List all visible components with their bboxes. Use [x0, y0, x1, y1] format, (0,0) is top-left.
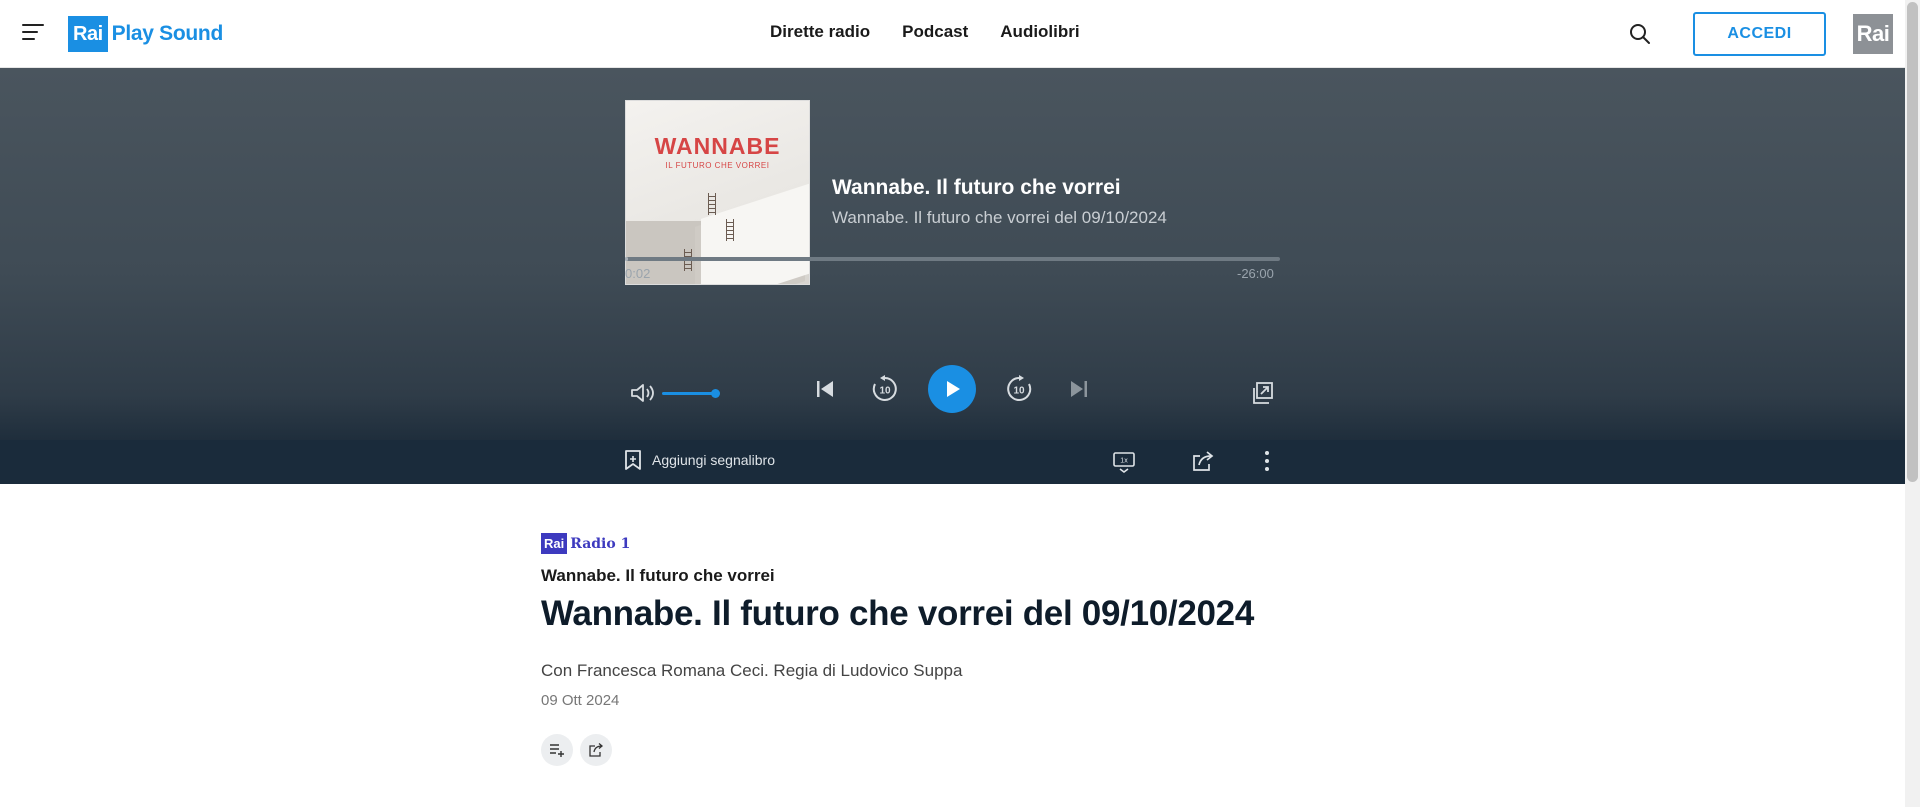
page-title: Wannabe. Il futuro che vorrei del 09/10/…	[541, 594, 1254, 633]
channel-rai-mark: Rai	[541, 533, 568, 554]
nav-audiolibri[interactable]: Audiolibri	[1000, 22, 1079, 42]
progress-fill	[625, 257, 628, 261]
play-button[interactable]	[928, 365, 976, 413]
scrollbar[interactable]	[1905, 0, 1920, 807]
episode-details	[0, 484, 1905, 807]
forward-10-icon[interactable]: 10	[1004, 374, 1034, 404]
rewind-10-icon[interactable]: 10	[870, 374, 900, 404]
speed-icon[interactable]: 1x	[1112, 451, 1136, 473]
cover-subtitle: IL FUTURO CHE VORREI	[665, 161, 770, 170]
scrollbar-thumb[interactable]	[1907, 2, 1918, 482]
program-name[interactable]: Wannabe. Il futuro che vorrei	[541, 566, 775, 586]
add-to-playlist-icon	[550, 744, 564, 757]
play-icon	[947, 381, 960, 397]
elapsed-time: 0:02	[625, 266, 651, 281]
popout-icon[interactable]	[1250, 381, 1274, 405]
raiplaysound-logo[interactable]: Rai Play Sound	[68, 16, 223, 52]
player-episode-subtitle: Wannabe. Il futuro che vorrei del 09/10/…	[832, 208, 1167, 227]
nav-dirette-radio[interactable]: Dirette radio	[770, 22, 870, 42]
episode-description: Con Francesca Romana Ceci. Regia di Ludo…	[541, 661, 963, 680]
cover-title: WANNABE	[654, 133, 781, 159]
menu-icon[interactable]	[22, 24, 44, 42]
episode-date: 09 Ott 2024	[541, 692, 620, 709]
skip-previous-icon[interactable]	[814, 378, 836, 400]
volume-icon[interactable]	[630, 382, 656, 404]
volume-slider[interactable]	[662, 392, 717, 395]
share-icon	[588, 743, 603, 757]
add-bookmark-button[interactable]: Aggiungi segnalibro	[624, 449, 775, 471]
share-icon[interactable]	[1191, 450, 1214, 472]
share-episode-button[interactable]	[580, 734, 612, 766]
remaining-time: -26:00	[1237, 266, 1274, 281]
svg-text:10: 10	[879, 386, 891, 397]
cover-building	[701, 183, 809, 284]
speed-label: 1x	[1120, 458, 1128, 465]
add-bookmark-label: Aggiungi segnalibro	[652, 452, 775, 468]
more-icon[interactable]	[1262, 450, 1272, 472]
volume-handle[interactable]	[711, 389, 720, 398]
nav-podcast[interactable]: Podcast	[902, 22, 968, 42]
login-button[interactable]: ACCEDI	[1693, 12, 1826, 56]
channel-logo[interactable]: Rai Radio 1	[541, 533, 630, 554]
cover-ladder	[726, 219, 734, 241]
svg-text:10: 10	[1013, 386, 1025, 397]
cover-ladder	[708, 193, 716, 215]
progress-bar[interactable]	[625, 257, 1280, 261]
logo-text: Play Sound	[111, 22, 224, 45]
add-to-playlist-button[interactable]	[541, 734, 573, 766]
rai-logo-badge[interactable]: Rai	[1853, 14, 1893, 54]
search-icon[interactable]	[1629, 23, 1651, 45]
logo-rai-mark: Rai	[68, 16, 108, 52]
top-header: Rai Play Sound Dirette radio Podcast Aud…	[0, 0, 1905, 68]
player-actions-bar	[0, 440, 1905, 484]
bookmark-icon	[625, 450, 641, 470]
player-episode-title: Wannabe. Il futuro che vorrei	[832, 176, 1121, 199]
channel-name: Radio 1	[570, 535, 631, 552]
main-nav: Dirette radio Podcast Audiolibri	[770, 22, 1080, 42]
skip-next-icon[interactable]	[1068, 378, 1090, 400]
